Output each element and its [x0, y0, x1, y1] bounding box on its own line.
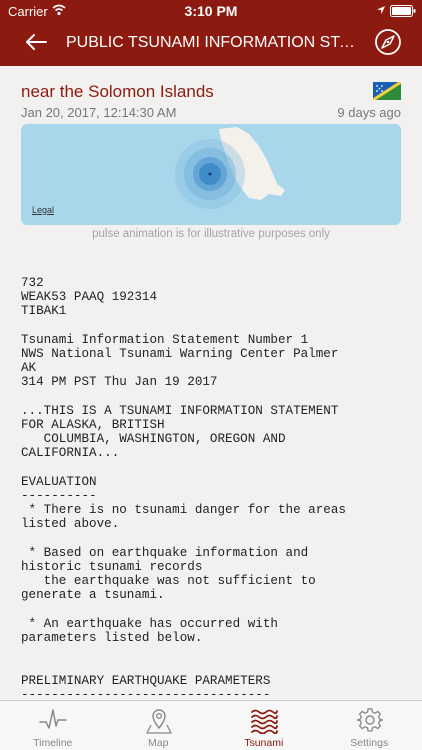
tab-label: Timeline — [33, 737, 73, 749]
status-bar: Carrier 3:10 PM — [0, 0, 422, 22]
event-age: 9 days ago — [337, 105, 401, 120]
compass-icon[interactable] — [374, 28, 402, 56]
pulse-disclaimer: pulse animation is for illustrative purp… — [92, 228, 330, 240]
tab-label: Map — [148, 737, 169, 749]
island-landmass — [175, 127, 285, 209]
tsunami-waves-icon — [251, 709, 278, 734]
tab-tsunami[interactable]: Tsunami — [211, 701, 317, 750]
tab-timeline[interactable]: Timeline — [0, 701, 106, 750]
tab-label: Settings — [350, 737, 389, 749]
battery-icon — [390, 5, 416, 17]
map-legal-link[interactable]: Legal — [32, 205, 54, 215]
event-map[interactable]: Legal — [21, 124, 401, 225]
tab-settings[interactable]: Settings — [317, 701, 422, 750]
tab-label: Tsunami — [244, 737, 284, 749]
tab-bar: Timeline Map Tsunami Settings — [0, 700, 422, 750]
back-arrow-icon[interactable] — [24, 32, 48, 52]
timeline-pulse-icon — [39, 709, 67, 729]
solomon-islands-flag-icon — [373, 82, 401, 100]
bulletin-text: 732 WEAK53 PAAQ 192314 TIBAK1 Tsunami In… — [21, 276, 346, 700]
event-location: near the Solomon Islands — [21, 82, 214, 101]
tab-map[interactable]: Map — [106, 701, 212, 750]
event-datetime: Jan 20, 2017, 12:14:30 AM — [21, 105, 177, 120]
statement-content[interactable]: near the Solomon Islands Jan 20, 2017, 1… — [0, 66, 422, 700]
map-pin-icon — [145, 709, 172, 734]
navigation-header: Carrier 3:10 PM PUBLIC TSUNAMI INFORMATI… — [0, 0, 422, 66]
location-arrow-icon — [377, 6, 385, 14]
page-title: PUBLIC TSUNAMI INFORMATION STATEMENT — [66, 34, 360, 51]
status-time: 3:10 PM — [184, 3, 238, 19]
gear-icon — [356, 708, 383, 732]
